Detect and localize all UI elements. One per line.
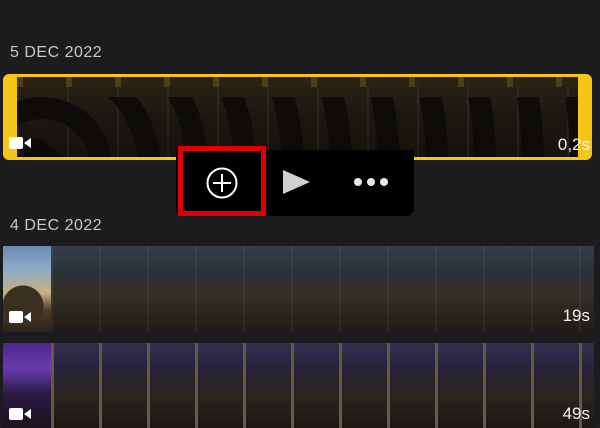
date-header-5-dec: 5 DEC 2022 [10, 44, 103, 61]
clip-thumbnail [17, 97, 578, 157]
clip-49s[interactable] [3, 343, 594, 428]
clip-duration: 0,2s [557, 135, 590, 154]
clip-duration: 49s [562, 404, 590, 423]
video-camera-icon [9, 311, 31, 323]
clip-frames [51, 343, 594, 428]
plus-circle-icon [206, 167, 238, 199]
clip-frames [17, 77, 578, 87]
video-camera-icon [9, 137, 31, 149]
clip-frames [51, 246, 594, 332]
ellipsis-icon[interactable] [353, 175, 389, 189]
clip-19s[interactable] [3, 246, 594, 332]
add-to-project-button[interactable] [178, 146, 266, 216]
video-camera-icon [9, 408, 31, 420]
play-icon[interactable] [281, 169, 311, 195]
clip-duration: 19s [562, 306, 590, 325]
clip-selected[interactable] [3, 74, 592, 160]
date-header-4-dec: 4 DEC 2022 [10, 217, 103, 234]
